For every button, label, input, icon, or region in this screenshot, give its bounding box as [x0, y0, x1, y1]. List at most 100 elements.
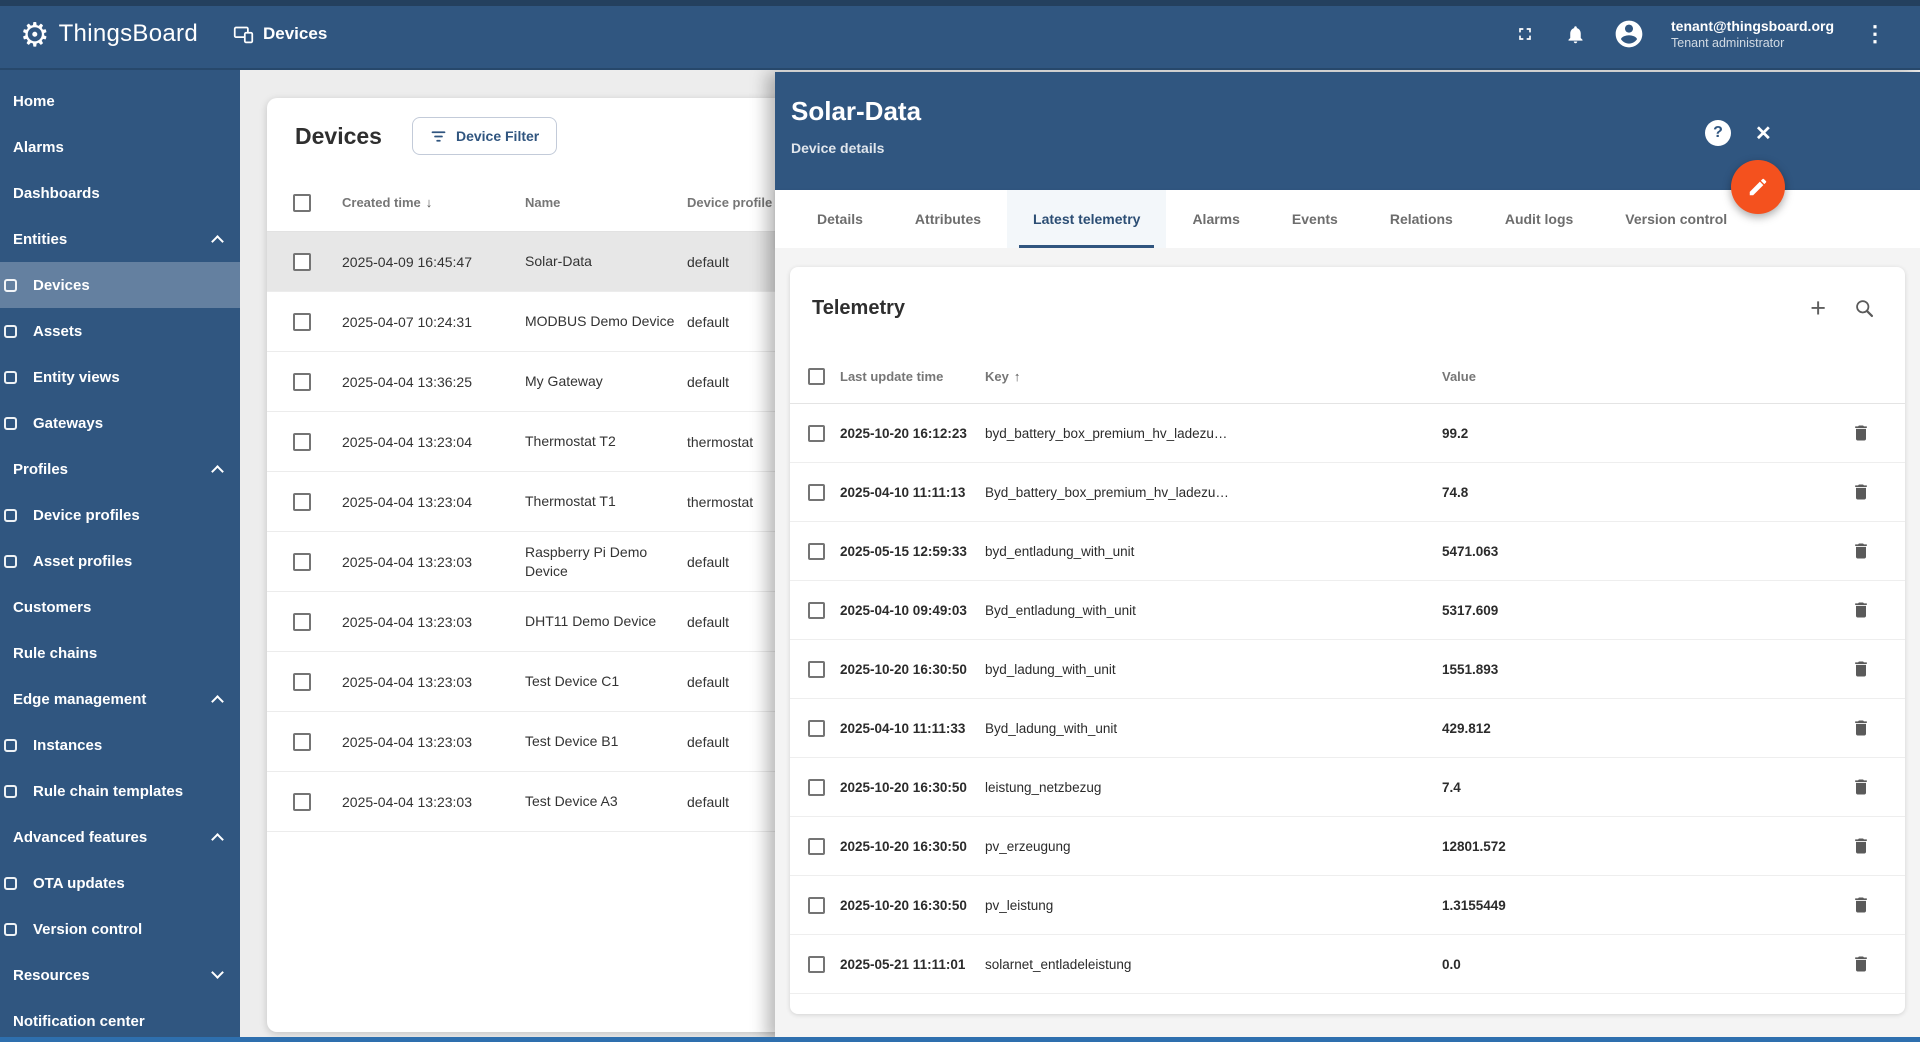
- tab-attributes[interactable]: Attributes: [889, 190, 1007, 248]
- telemetry-row[interactable]: 2025-10-20 16:12:23 byd_battery_box_premi…: [790, 404, 1905, 463]
- device-row-checkbox[interactable]: [293, 312, 311, 331]
- device-row[interactable]: 2025-04-04 13:23:04 Thermostat T2 thermost…: [267, 412, 807, 472]
- device-row-checkbox[interactable]: [293, 732, 311, 751]
- sidebar-item-device-profiles[interactable]: Device profiles: [0, 492, 240, 538]
- select-all-devices-checkbox[interactable]: [293, 193, 311, 212]
- telemetry-row[interactable]: 2025-10-20 16:30:50 pv_erzeugung 12801.572: [790, 817, 1905, 876]
- delete-telemetry-button[interactable]: [1849, 480, 1873, 504]
- delete-telemetry-button[interactable]: [1849, 421, 1873, 445]
- device-row-checkbox[interactable]: [293, 672, 311, 691]
- column-key[interactable]: Key ↑: [985, 369, 1442, 384]
- column-value[interactable]: Value: [1442, 369, 1849, 384]
- telemetry-row-checkbox[interactable]: [808, 896, 825, 914]
- edit-device-fab[interactable]: [1731, 160, 1785, 214]
- telemetry-row[interactable]: 2025-10-20 16:30:50 leistung_netzbezug 7.4: [790, 758, 1905, 817]
- delete-telemetry-button[interactable]: [1849, 952, 1873, 976]
- device-row-checkbox[interactable]: [293, 612, 311, 631]
- device-row[interactable]: 2025-04-04 13:36:25 My Gateway default: [267, 352, 807, 412]
- sidebar-item-rule-chains[interactable]: Rule chains: [0, 630, 240, 676]
- fullscreen-icon[interactable]: [1513, 22, 1537, 46]
- sidebar-item-edge-management[interactable]: Edge management: [0, 676, 240, 722]
- sidebar-item-gateways[interactable]: Gateways: [0, 400, 240, 446]
- device-row-checkbox[interactable]: [293, 552, 311, 571]
- sidebar-item-label: Edge management: [13, 690, 147, 708]
- telemetry-row-checkbox[interactable]: [808, 601, 825, 619]
- tab-events[interactable]: Events: [1266, 190, 1364, 248]
- sidebar-item-rule-chain-templates[interactable]: Rule chain templates: [0, 768, 240, 814]
- select-all-telemetry-checkbox[interactable]: [808, 367, 825, 385]
- sidebar-item-devices[interactable]: Devices: [0, 262, 240, 308]
- telemetry-row[interactable]: 2025-04-10 11:11:13 Byd_battery_box_premi…: [790, 463, 1905, 522]
- device-row[interactable]: 2025-04-04 13:23:03 Test Device A3 default: [267, 772, 807, 832]
- delete-telemetry-button[interactable]: [1849, 716, 1873, 740]
- telemetry-row[interactable]: 2025-04-10 11:11:33 Byd_ladung_with_unit 4…: [790, 699, 1905, 758]
- telemetry-row[interactable]: 2025-05-15 12:59:33 byd_entladung_with_un…: [790, 522, 1905, 581]
- thingsboard-logo[interactable]: ⚙ ThingsBoard: [0, 18, 198, 51]
- delete-telemetry-button[interactable]: [1849, 598, 1873, 622]
- sidebar-item-alarms[interactable]: Alarms: [0, 124, 240, 170]
- telemetry-row-checkbox[interactable]: [808, 837, 825, 855]
- delete-telemetry-button[interactable]: [1849, 539, 1873, 563]
- telemetry-row[interactable]: 2025-10-20 16:30:50 pv_leistung 1.3155449: [790, 876, 1905, 935]
- telemetry-row-checkbox[interactable]: [808, 660, 825, 678]
- sidebar-item-advanced-features[interactable]: Advanced features: [0, 814, 240, 860]
- sidebar-item-profiles[interactable]: Profiles: [0, 446, 240, 492]
- sidebar-item-resources[interactable]: Resources: [0, 952, 240, 998]
- telemetry-row[interactable]: 2025-05-21 11:11:01 solarnet_entladeleist…: [790, 935, 1905, 994]
- sidebar-item-label: Advanced features: [13, 828, 148, 846]
- tab-details[interactable]: Details: [791, 190, 889, 248]
- device-row[interactable]: 2025-04-04 13:23:03 Test Device C1 default: [267, 652, 807, 712]
- telemetry-table-header: Last update time Key ↑ Value: [790, 349, 1905, 404]
- column-name[interactable]: Name: [525, 195, 687, 210]
- user-avatar[interactable]: [1613, 18, 1645, 50]
- help-icon[interactable]: ?: [1705, 120, 1731, 146]
- telemetry-row[interactable]: 2025-10-20 16:30:50 byd_ladung_with_unit 1…: [790, 640, 1905, 699]
- device-row-checkbox[interactable]: [293, 432, 311, 451]
- sidebar-item-entity-views[interactable]: Entity views: [0, 354, 240, 400]
- notifications-bell-icon[interactable]: [1563, 22, 1587, 46]
- telemetry-row-checkbox[interactable]: [808, 483, 825, 501]
- close-icon[interactable]: ✕: [1755, 121, 1772, 146]
- device-row-checkbox[interactable]: [293, 492, 311, 511]
- column-last-update-time[interactable]: Last update time: [840, 369, 985, 384]
- telemetry-row-checkbox[interactable]: [808, 719, 825, 737]
- sidebar-item-notification-center[interactable]: Notification center: [0, 998, 240, 1042]
- sidebar-item-instances[interactable]: Instances: [0, 722, 240, 768]
- delete-telemetry-button[interactable]: [1849, 775, 1873, 799]
- telemetry-row-checkbox[interactable]: [808, 424, 825, 442]
- telemetry-row[interactable]: 2025-04-10 09:49:03 Byd_entladung_with_un…: [790, 581, 1905, 640]
- sidebar-item-customers[interactable]: Customers: [0, 584, 240, 630]
- device-row-checkbox[interactable]: [293, 252, 311, 271]
- tab-relations[interactable]: Relations: [1364, 190, 1479, 248]
- device-row[interactable]: 2025-04-04 13:23:03 DHT11 Demo Device defa…: [267, 592, 807, 652]
- tab-audit-logs[interactable]: Audit logs: [1479, 190, 1599, 248]
- tab-latest-telemetry[interactable]: Latest telemetry: [1007, 190, 1167, 248]
- device-row[interactable]: 2025-04-07 10:24:31 MODBUS Demo Device def…: [267, 292, 807, 352]
- sidebar-item-ota-updates[interactable]: OTA updates: [0, 860, 240, 906]
- device-row[interactable]: 2025-04-04 13:23:03 Raspberry Pi Demo Dev…: [267, 532, 807, 592]
- add-telemetry-icon[interactable]: +: [1810, 294, 1826, 322]
- delete-telemetry-button[interactable]: [1849, 834, 1873, 858]
- delete-telemetry-button[interactable]: [1849, 893, 1873, 917]
- sidebar-item-asset-profiles[interactable]: Asset profiles: [0, 538, 240, 584]
- sidebar-item-assets[interactable]: Assets: [0, 308, 240, 354]
- device-filter-button[interactable]: Device Filter: [411, 117, 558, 155]
- search-icon[interactable]: [1854, 298, 1875, 319]
- telemetry-row-checkbox[interactable]: [808, 778, 825, 796]
- device-row[interactable]: 2025-04-04 13:23:04 Thermostat T1 thermost…: [267, 472, 807, 532]
- telemetry-row-checkbox[interactable]: [808, 955, 825, 973]
- sidebar-item-home[interactable]: Home: [0, 78, 240, 124]
- sidebar-item-dashboards[interactable]: Dashboards: [0, 170, 240, 216]
- device-row[interactable]: 2025-04-04 13:23:03 Test Device B1 default: [267, 712, 807, 772]
- device-row-checkbox[interactable]: [293, 792, 311, 811]
- device-row[interactable]: 2025-04-09 16:45:47 Solar-Data default: [267, 232, 807, 292]
- tab-alarms[interactable]: Alarms: [1166, 190, 1265, 248]
- more-menu-icon[interactable]: ⋮: [1860, 21, 1890, 47]
- column-created-time[interactable]: Created time ↓: [342, 195, 525, 210]
- tab-version-control[interactable]: Version control: [1599, 190, 1753, 248]
- delete-telemetry-button[interactable]: [1849, 657, 1873, 681]
- sidebar-item-version-control[interactable]: Version control: [0, 906, 240, 952]
- device-row-checkbox[interactable]: [293, 372, 311, 391]
- sidebar-item-entities[interactable]: Entities: [0, 216, 240, 262]
- telemetry-row-checkbox[interactable]: [808, 542, 825, 560]
